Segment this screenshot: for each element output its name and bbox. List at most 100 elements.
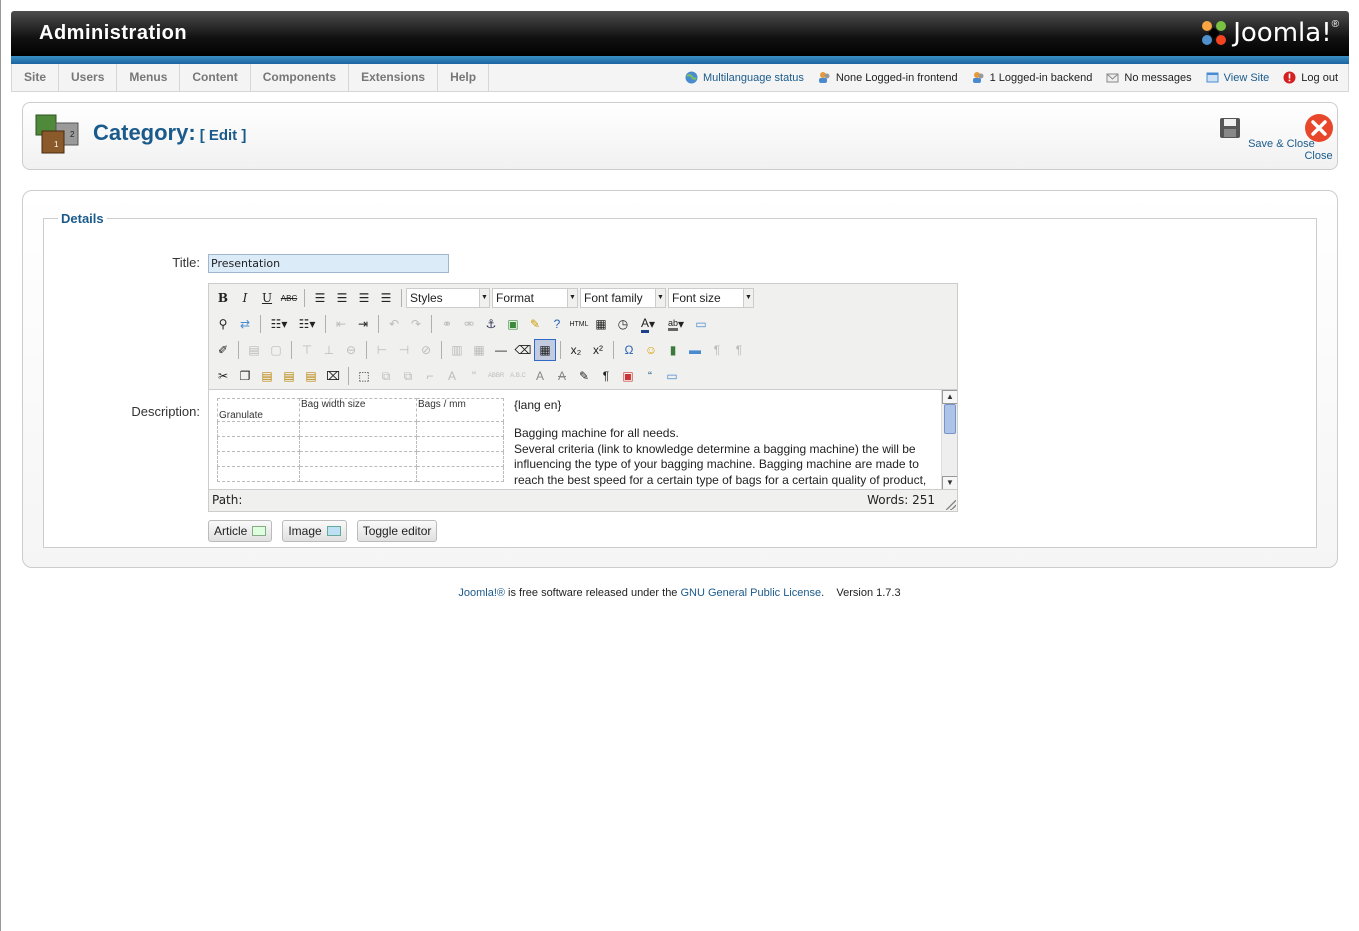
editor-scrollbar[interactable]: ▲ ▼ (941, 390, 957, 490)
align-left-icon[interactable]: ☰ (309, 287, 331, 309)
find-icon[interactable]: ⚲ (212, 313, 234, 335)
fullscreen-icon[interactable]: ▭ (690, 313, 712, 335)
paste-word-icon[interactable]: ▤ (300, 365, 322, 387)
absolute-icon[interactable]: ⌐ (419, 365, 441, 387)
text-color-icon[interactable]: A ▾ (634, 313, 662, 335)
scroll-thumb[interactable] (944, 404, 956, 434)
bullet-list-icon[interactable]: ☷▾ (265, 313, 293, 335)
delete-col-icon[interactable]: ⊘ (415, 339, 437, 361)
remove-format-icon[interactable]: ⌫ (512, 339, 534, 361)
multilanguage-link[interactable]: Multilanguage status (703, 72, 804, 84)
move-backward-icon[interactable]: ⧉ (397, 365, 419, 387)
link-icon[interactable]: ⚭ (436, 313, 458, 335)
paste-icon[interactable]: ▤ (256, 365, 278, 387)
resize-handle[interactable] (946, 500, 956, 510)
article-button[interactable]: Article (208, 520, 273, 542)
align-right-icon[interactable]: ☰ (353, 287, 375, 309)
cite-icon[interactable]: " (463, 365, 485, 387)
rtl-icon[interactable]: ¶ (728, 339, 750, 361)
toggle-editor-button[interactable]: Toggle editor (356, 520, 438, 542)
merge-cells-icon[interactable]: ▦ (468, 339, 490, 361)
replace-icon[interactable]: ⇄ (234, 313, 256, 335)
abbr-icon[interactable]: ABBR (485, 365, 507, 387)
redo-icon[interactable]: ↷ (405, 313, 427, 335)
cut-icon[interactable]: ✂ (212, 365, 234, 387)
background-color-icon[interactable]: ab ▾ (662, 313, 690, 335)
template-icon[interactable]: ▭ (661, 365, 683, 387)
subscript-icon[interactable]: x₂ (565, 339, 587, 361)
horizontal-rule-icon[interactable]: — (490, 339, 512, 361)
menu-users[interactable]: Users (59, 64, 118, 91)
format-dropdown[interactable]: Format ▼ (492, 288, 578, 308)
messages-count[interactable]: No messages (1124, 72, 1191, 84)
styles-dropdown[interactable]: Styles ▼ (406, 288, 490, 308)
view-site-link[interactable]: View Site (1224, 72, 1270, 84)
paste-text-icon[interactable]: ▤ (278, 365, 300, 387)
editor-content-area[interactable]: Granulate Bag width size Bags / mm {lang… (209, 389, 957, 490)
emoticon-icon[interactable]: ☺ (640, 339, 662, 361)
non-breaking-icon[interactable]: ▣ (617, 365, 639, 387)
menu-help[interactable]: Help (438, 64, 490, 91)
strikethrough-button[interactable]: ABC (278, 287, 300, 309)
license-link[interactable]: GNU General Public License (680, 587, 821, 599)
blockquote-icon[interactable]: “ (639, 365, 661, 387)
insert-row-before-icon[interactable]: ⊤ (296, 339, 318, 361)
style-props-icon[interactable]: A (441, 365, 463, 387)
font-family-dropdown[interactable]: Font family ▼ (580, 288, 666, 308)
html-source-icon[interactable]: HTML (568, 313, 590, 335)
menu-components[interactable]: Components (251, 64, 350, 91)
title-input[interactable] (208, 254, 449, 273)
show-blocks-icon[interactable]: ¶ (595, 365, 617, 387)
delete-row-icon[interactable]: ⊖ (340, 339, 362, 361)
font-size-dropdown[interactable]: Font size ▼ (668, 288, 754, 308)
undo-icon[interactable]: ↶ (383, 313, 405, 335)
copy-icon[interactable]: ❐ (234, 365, 256, 387)
horizontal-line-icon[interactable]: ▬ (684, 339, 706, 361)
menu-content[interactable]: Content (180, 64, 251, 91)
select-all-icon[interactable]: ⌧ (322, 365, 344, 387)
multilanguage-status[interactable]: Multilanguage status (685, 71, 804, 84)
align-justify-icon[interactable]: ☰ (375, 287, 397, 309)
acronym-icon[interactable]: A.B.C (507, 365, 529, 387)
insert-col-after-icon[interactable]: ⊣ (393, 339, 415, 361)
insert-row-after-icon[interactable]: ⊥ (318, 339, 340, 361)
numbered-list-icon[interactable]: ☷▾ (293, 313, 321, 335)
underline-button[interactable]: U (256, 287, 278, 309)
insert-layer-icon[interactable]: ⬚ (353, 365, 375, 387)
messages-status[interactable]: No messages (1106, 71, 1192, 84)
attributes-icon[interactable]: ✎ (573, 365, 595, 387)
insert-col-before-icon[interactable]: ⊢ (371, 339, 393, 361)
superscript-icon[interactable]: x² (587, 339, 609, 361)
indent-icon[interactable]: ⇥ (352, 313, 374, 335)
split-cells-icon[interactable]: ▥ (446, 339, 468, 361)
table-row-props-icon[interactable]: ▤ (243, 339, 265, 361)
insert-icon[interactable]: A (529, 365, 551, 387)
image-button[interactable]: Image (282, 520, 347, 542)
bold-button[interactable]: B (212, 287, 234, 309)
view-site[interactable]: View Site (1206, 71, 1270, 84)
move-forward-icon[interactable]: ⧉ (375, 365, 397, 387)
align-center-icon[interactable]: ☰ (331, 287, 353, 309)
scroll-up-icon[interactable]: ▲ (942, 390, 957, 404)
menu-site[interactable]: Site (12, 64, 60, 91)
outdent-icon[interactable]: ⇤ (330, 313, 352, 335)
scroll-down-icon[interactable]: ▼ (942, 476, 957, 490)
joomla-link[interactable]: Joomla!® (458, 587, 505, 599)
media-icon[interactable]: ▮ (662, 339, 684, 361)
special-char-icon[interactable]: Ω (618, 339, 640, 361)
italic-button[interactable]: I (234, 287, 256, 309)
logout[interactable]: Log out (1283, 71, 1338, 84)
ltr-icon[interactable]: ¶ (706, 339, 728, 361)
anchor-icon[interactable]: ⚓ (480, 313, 502, 335)
menu-extensions[interactable]: Extensions (349, 64, 439, 91)
insert-time-icon[interactable]: ◷ (612, 313, 634, 335)
unlink-icon[interactable]: ⚮ (458, 313, 480, 335)
logout-link[interactable]: Log out (1301, 72, 1338, 84)
image-icon[interactable]: ▣ (502, 313, 524, 335)
visual-aid-icon[interactable]: ▦ (534, 339, 556, 361)
table-cell-props-icon[interactable]: ▢ (265, 339, 287, 361)
cleanup-icon[interactable]: ✎ (524, 313, 546, 335)
insert-date-icon[interactable]: ▦ (590, 313, 612, 335)
menu-menus[interactable]: Menus (117, 64, 181, 91)
edit-icon[interactable]: ✐ (212, 339, 234, 361)
